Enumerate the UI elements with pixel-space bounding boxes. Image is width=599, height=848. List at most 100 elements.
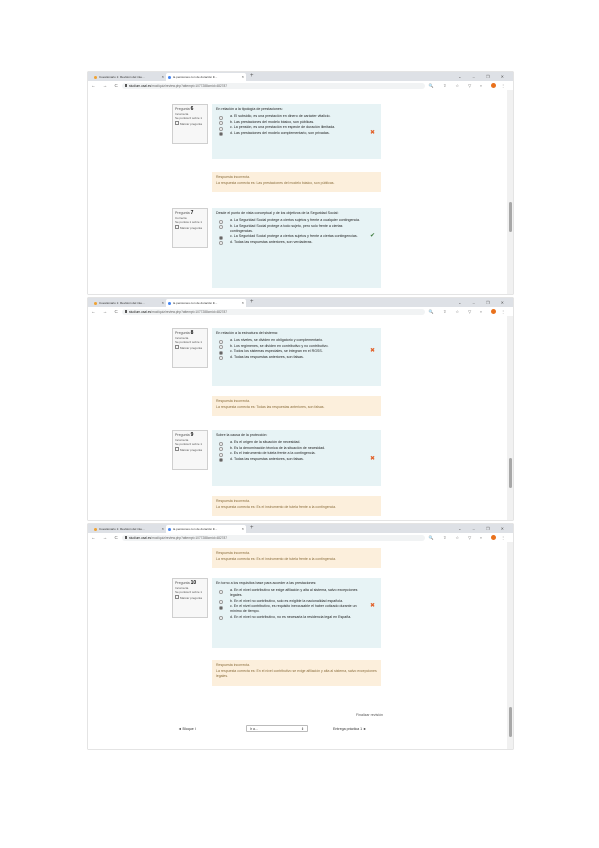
tab-strip: Cuestionario 1: Revisión del inte... × la… (88, 72, 513, 81)
avatar[interactable] (490, 535, 496, 541)
answer-option[interactable]: b. En el nivel no contributivo, solo es … (216, 599, 377, 604)
tab-google-search[interactable]: la pensiones con de duración ili... × (166, 525, 246, 533)
answer-option[interactable]: a. El subsidio, es una prestación en din… (216, 114, 377, 120)
scrollbar[interactable] (507, 542, 513, 749)
scrollbar-thumb[interactable] (509, 202, 512, 232)
answer-option[interactable]: c. Todos los sistemas especiales, se int… (216, 348, 377, 355)
lock-icon (125, 84, 127, 87)
question-info: Pregunta 7 Correcta Se puntúa 1 sobre 1 … (172, 208, 208, 248)
window-controls[interactable]: ⌄ – ❐ ✕ (458, 298, 509, 307)
feedback-box: Respuesta incorrecta. La respuesta corre… (212, 172, 381, 192)
answer-option[interactable]: c. Es el instrumento de tutela frente a … (216, 451, 377, 457)
correct-icon: ✔ (369, 233, 375, 239)
tab-google-search[interactable]: la pensiones con de duración ili... × (166, 299, 246, 307)
flag-icon (175, 224, 179, 229)
finish-review-link[interactable]: Finalizar revisión (356, 713, 383, 717)
jump-to-select[interactable]: Ir a... ⇕ (246, 725, 308, 732)
close-tab-icon[interactable]: × (242, 525, 244, 533)
page-content: Respuesta incorrecta. La respuesta corre… (88, 542, 513, 749)
answer-option[interactable]: d. Todas las respuestas anteriores, son … (216, 240, 377, 245)
answer-option[interactable]: d. En el nivel no contributivo, no es ne… (216, 615, 377, 620)
new-tab-button[interactable]: + (250, 72, 254, 81)
question-text: En torno a los requisitos base para acce… (216, 581, 317, 585)
tab-strip: Cuestionario 1: Revisión del inte... × la… (88, 524, 513, 533)
url-field[interactable]: studium.usal.es/mod/quiz/review.php?atte… (122, 82, 425, 89)
browser-window-3: Cuestionario 1: Revisión del inte... × la… (88, 524, 513, 749)
radio-button[interactable] (219, 132, 223, 136)
scrollbar[interactable] (507, 316, 513, 520)
close-tab-icon[interactable]: × (162, 73, 164, 81)
radio-button[interactable] (219, 356, 223, 360)
answer-option[interactable]: c. En el nivel contributivo, es requisit… (216, 603, 377, 614)
answer-option[interactable]: a. Es el origen de la situación de neces… (216, 440, 377, 446)
question-box: Desde el punto de vista conceptual y de … (212, 208, 381, 288)
scrollbar-thumb[interactable] (509, 707, 512, 737)
nav-buttons[interactable]: ← → C (91, 533, 121, 542)
radio-button[interactable] (219, 458, 223, 462)
answer-option[interactable]: d. Todas las respuestas anteriores, son … (216, 455, 377, 462)
toolbar-icons[interactable]: 🔍 ⇧ ☆ ▽ ▪ ⋮ (429, 533, 509, 542)
answer-option[interactable]: a. Los niveles, se dividen en obligatori… (216, 338, 377, 344)
flag-question[interactable]: Marcar pregunta (175, 344, 205, 351)
radio-button[interactable] (219, 225, 223, 229)
answer-option[interactable]: d. Las prestaciones del modelo complemen… (216, 129, 377, 136)
feedback-box: Respuesta incorrecta. La respuesta corre… (212, 660, 381, 686)
answer-option[interactable]: b. Es la denominación técnica de la situ… (216, 446, 377, 451)
close-tab-icon[interactable]: × (242, 299, 244, 307)
new-tab-button[interactable]: + (250, 524, 254, 533)
window-controls[interactable]: ⌄ – ❐ ✕ (458, 524, 509, 533)
question-score: Se puntúa 1 sobre 1 (175, 220, 203, 224)
answer-option[interactable]: a. La Seguridad Social protege a ciertos… (216, 218, 377, 224)
answer-option[interactable]: a. En el nivel contributivo se exige afi… (216, 588, 377, 598)
radio-button[interactable] (219, 589, 223, 594)
toolbar-icons[interactable]: 🔍 ⇧ ☆ ▽ ▪ ⋮ (429, 307, 509, 316)
radio-button[interactable] (219, 241, 223, 245)
radio-button[interactable] (219, 616, 223, 620)
previous-activity-link[interactable]: ◄ Bloque I (178, 727, 196, 731)
radio-button[interactable] (219, 605, 223, 610)
flag-question[interactable]: Marcar pregunta (175, 120, 205, 127)
moodle-icon (94, 527, 97, 531)
google-icon (168, 301, 171, 305)
question-info: Pregunta 8 Incorrecta Se puntúa 0 sobre … (172, 328, 208, 368)
answer-option[interactable]: b. Los regímenes, se dividen en contribu… (216, 344, 377, 349)
avatar[interactable] (490, 309, 496, 315)
avatar[interactable] (490, 83, 496, 89)
flag-icon (175, 446, 179, 451)
url-field[interactable]: studium.usal.es/mod/quiz/review.php?atte… (122, 534, 425, 541)
answer-option[interactable]: b. La Seguridad Social protege a todo su… (216, 224, 377, 234)
close-tab-icon[interactable]: × (162, 299, 164, 307)
question-score: Se puntúa 0 sobre 1 (175, 590, 203, 594)
tab-quiz-review[interactable]: Cuestionario 1: Revisión del inte... × (92, 73, 166, 81)
flag-question[interactable]: Marcar pregunta (175, 224, 205, 231)
answer-option[interactable]: c. La Seguridad Social protege a ciertos… (216, 233, 377, 240)
window-controls[interactable]: ⌄ – ❐ ✕ (458, 72, 509, 81)
scrollbar-thumb[interactable] (509, 458, 512, 488)
next-activity-link[interactable]: Entrega práctica 1 ► (333, 727, 367, 731)
answer-option[interactable]: c. La pensión, es una prestación en espe… (216, 125, 377, 131)
incorrect-icon: ✖ (369, 129, 375, 136)
question-info: Pregunta 10 Incorrecta Se puntúa 0 sobre… (172, 578, 208, 618)
moodle-icon (94, 75, 97, 79)
flag-question[interactable]: Marcar pregunta (175, 446, 205, 453)
toolbar-icons[interactable]: 🔍 ⇧ ☆ ▽ ▪ ⋮ (429, 81, 509, 90)
new-tab-button[interactable]: + (250, 298, 254, 307)
flag-question[interactable]: Marcar pregunta (175, 594, 205, 601)
tab-quiz-review[interactable]: Cuestionario 1: Revisión del inte... × (92, 525, 166, 533)
question-box: En relación a la tipología de prestacion… (212, 104, 381, 159)
flag-icon (175, 594, 179, 599)
answer-option[interactable]: d. Todas las respuestas anteriores, son … (216, 355, 377, 360)
scrollbar[interactable] (507, 90, 513, 294)
nav-buttons[interactable]: ← → C (91, 81, 121, 90)
google-icon (168, 75, 171, 79)
incorrect-icon: ✖ (369, 348, 375, 354)
url-field[interactable]: studium.usal.es/mod/quiz/review.php?atte… (122, 308, 425, 315)
feedback-box: Respuesta incorrecta. La respuesta corre… (212, 396, 381, 416)
close-tab-icon[interactable]: × (242, 73, 244, 81)
nav-buttons[interactable]: ← → C (91, 307, 121, 316)
tab-quiz-review[interactable]: Cuestionario 1: Revisión del inte... × (92, 299, 166, 307)
incorrect-icon: ✖ (369, 455, 375, 462)
answer-option[interactable]: b. Las prestaciones del modelo básico, s… (216, 120, 377, 125)
close-tab-icon[interactable]: × (162, 525, 164, 533)
tab-google-search[interactable]: la pensiones con de duración ili... × (166, 73, 246, 81)
